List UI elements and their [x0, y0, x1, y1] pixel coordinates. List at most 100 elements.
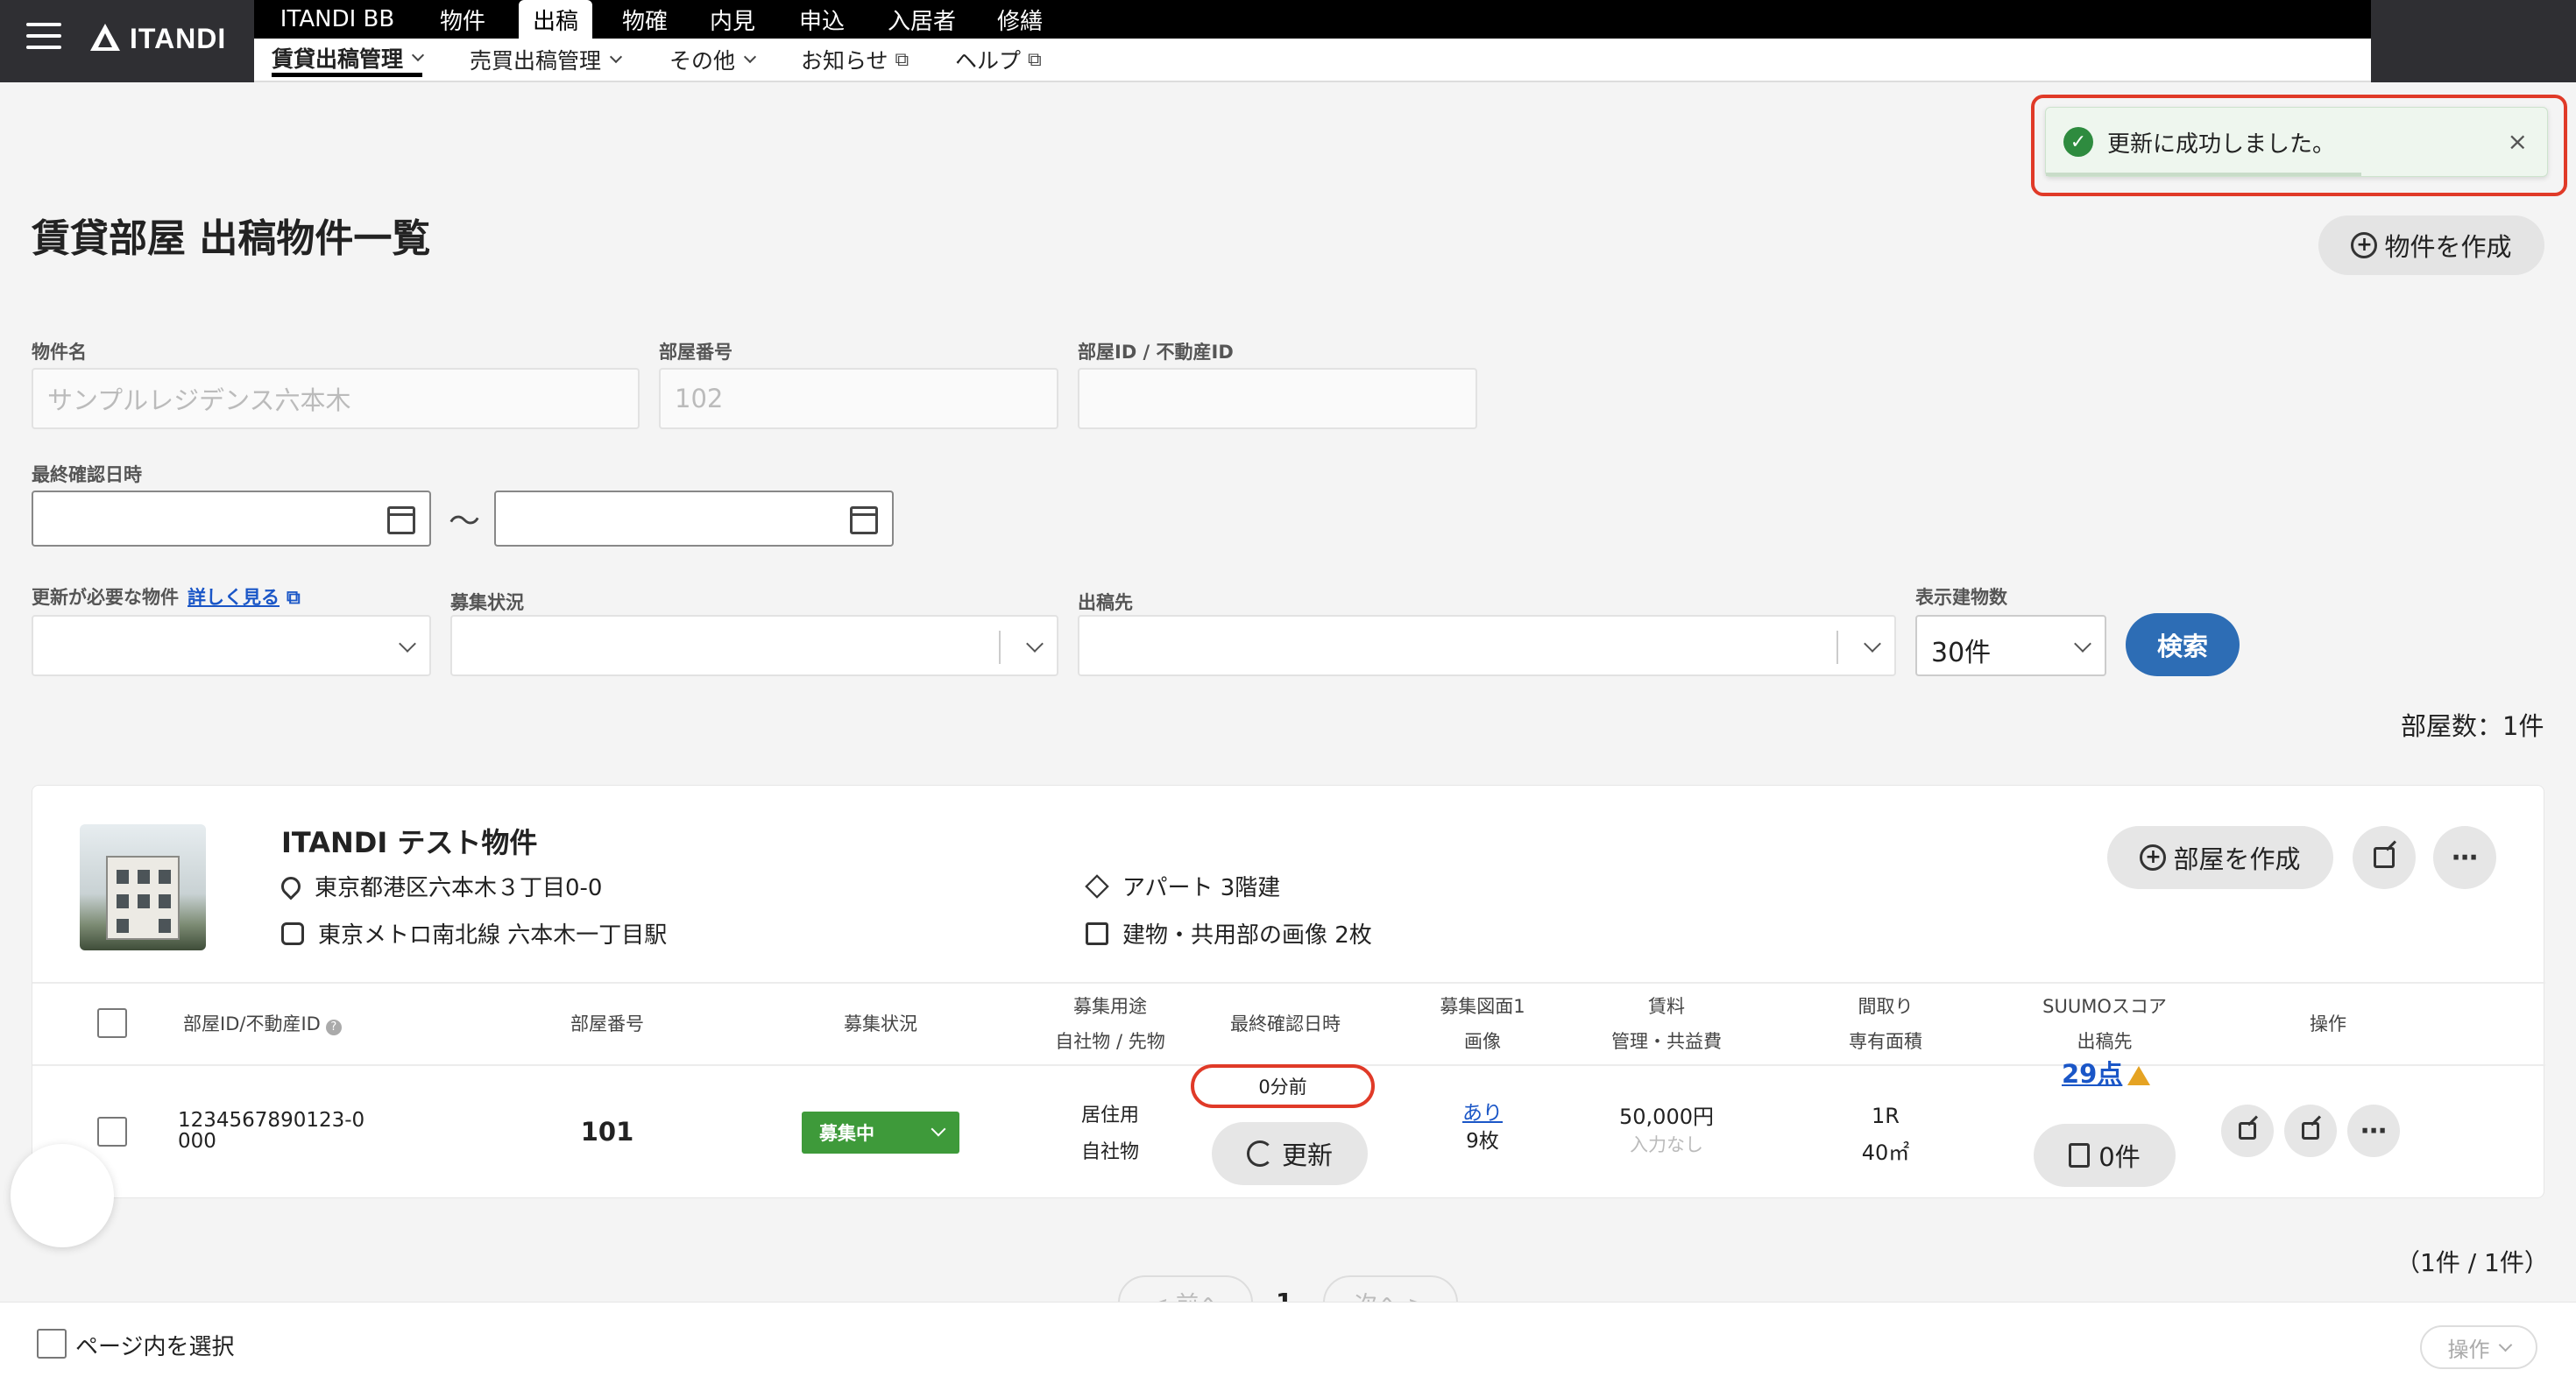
room-count: 部屋数：1件: [2401, 711, 2544, 741]
calendar-icon[interactable]: [850, 506, 878, 534]
tab-publish[interactable]: 出稿: [519, 0, 592, 39]
upload-icon: [2069, 1143, 2091, 1168]
subtab-help[interactable]: ヘルプ ⧉: [955, 42, 1042, 77]
select-page-label: ページ内を選択: [75, 1334, 235, 1360]
edit-icon: [2239, 1122, 2256, 1140]
header-room-id: 部屋ID/不動産ID?: [183, 1006, 342, 1041]
needs-update-label: 更新が必要な物件 詳しく見る ⧉: [32, 587, 301, 609]
header-layout: 間取り 専有面積: [1849, 996, 1922, 1052]
needs-update-select[interactable]: [32, 615, 431, 676]
recruit-status-select[interactable]: [450, 615, 1058, 676]
layout-cell: 1R 40㎡: [1861, 1104, 1910, 1165]
building-type: アパート 3階建: [1085, 870, 1280, 902]
chevron-down-icon: [931, 1121, 946, 1137]
floorplan-link[interactable]: あり: [1417, 1099, 1548, 1127]
more-icon: ⋯: [2452, 842, 2478, 873]
room-number-label: 部屋番号: [659, 342, 732, 363]
document-edit-icon: [2302, 1122, 2319, 1140]
property-thumbnail[interactable]: [80, 824, 206, 950]
location-pin-icon: [277, 872, 305, 900]
suumo-score-link[interactable]: 29点: [2062, 1059, 2122, 1089]
tab-confirm[interactable]: 物確: [610, 0, 680, 39]
tab-repair[interactable]: 修繕: [985, 0, 1055, 39]
train-icon: [281, 921, 304, 945]
detail-link[interactable]: 詳しく見る: [188, 587, 280, 608]
edit-room-button[interactable]: [2221, 1105, 2274, 1157]
edit-detail-button[interactable]: [2284, 1105, 2337, 1157]
success-toast: ✓ 更新に成功しました。 ×: [2045, 107, 2548, 177]
check-circle-icon: ✓: [2063, 127, 2093, 157]
display-count-label: 表示建物数: [1915, 587, 2007, 608]
row-checkbox[interactable]: [97, 1117, 127, 1147]
page-title: 賃貸部屋 出稿物件一覧: [32, 216, 431, 261]
external-link-icon: ⧉: [895, 48, 909, 71]
last-check-to-input[interactable]: [494, 491, 894, 547]
subtab-sale-publish[interactable]: 売買出稿管理: [470, 42, 623, 77]
header-room-number: 部屋番号: [570, 1013, 644, 1034]
status-select[interactable]: 募集中: [802, 1112, 959, 1154]
more-icon: ⋯: [2360, 1115, 2387, 1147]
room-id-cell: 1234567890123-0000: [178, 1109, 365, 1153]
create-room-button[interactable]: + 部屋を作成: [2107, 826, 2333, 889]
edit-property-button[interactable]: [2353, 826, 2416, 889]
room-number-input[interactable]: 102: [659, 368, 1058, 429]
last-check-from-input[interactable]: [32, 491, 431, 547]
search-button[interactable]: 検索: [2126, 613, 2240, 676]
header-suumo: SUUMOスコア 出稿先: [2042, 996, 2167, 1052]
pagination-summary: （1件 / 1件）: [2396, 1248, 2549, 1277]
toast-message: 更新に成功しました。: [2107, 131, 2336, 158]
subtab-other[interactable]: その他: [669, 42, 757, 77]
plus-circle-icon: +: [2351, 232, 2378, 258]
external-link-icon: ⧉: [1028, 48, 1042, 71]
bulk-action-button[interactable]: 操作: [2420, 1325, 2537, 1369]
itandi-logo-icon: [90, 24, 120, 51]
range-separator: 〜: [449, 504, 481, 540]
more-options-button[interactable]: ⋯: [2433, 826, 2496, 889]
select-page-checkbox[interactable]: [37, 1329, 67, 1359]
chevron-down-icon: [2074, 635, 2091, 653]
header-usage: 募集用途 自社物 / 先物: [1055, 996, 1165, 1052]
publish-target-button[interactable]: 0件: [2034, 1124, 2176, 1187]
select-divider: [999, 631, 1001, 664]
header-rent: 賃料 管理・共益費: [1611, 996, 1722, 1052]
last-check-ago: 0分前: [1191, 1064, 1375, 1108]
divider: [32, 982, 2545, 984]
tab-itandi-bb[interactable]: ITANDI BB: [272, 0, 403, 39]
refresh-icon: [1246, 1140, 1273, 1167]
tab-property[interactable]: 物件: [429, 0, 496, 39]
room-more-button[interactable]: ⋯: [2347, 1105, 2400, 1157]
layers-icon: [1085, 873, 1109, 899]
edit-icon: [2374, 847, 2395, 868]
subtab-news[interactable]: お知らせ ⧉: [801, 42, 909, 77]
menu-icon[interactable]: [26, 23, 61, 54]
close-icon[interactable]: ×: [2508, 127, 2528, 156]
last-check-label: 最終確認日時: [32, 464, 142, 485]
toast-progress: [2046, 173, 2361, 176]
plus-circle-icon: +: [2140, 844, 2167, 871]
subtab-rental-publish[interactable]: 賃貸出稿管理: [272, 42, 425, 77]
calendar-icon[interactable]: [387, 506, 415, 534]
info-icon[interactable]: ?: [325, 1020, 342, 1035]
floating-action-button[interactable]: [11, 1144, 114, 1247]
chevron-down-icon: [743, 50, 757, 64]
tab-application[interactable]: 申込: [787, 0, 857, 39]
header-last-check: 最終確認日時: [1230, 1013, 1341, 1034]
property-name-input[interactable]: サンプルレジデンス六本木: [32, 368, 640, 429]
tab-tenant[interactable]: 入居者: [878, 0, 966, 39]
external-link-icon: ⧉: [287, 587, 301, 609]
floorplan-cell: あり 9枚: [1417, 1099, 1548, 1155]
publish-target-select[interactable]: [1078, 615, 1896, 676]
display-count-select[interactable]: 30件: [1915, 615, 2106, 676]
itandi-logo[interactable]: ITANDI: [88, 19, 226, 58]
property-station: 東京メトロ南北線 六本木一丁目駅: [281, 917, 667, 950]
chevron-down-icon: [2498, 1338, 2512, 1352]
create-property-button[interactable]: + 物件を作成: [2318, 215, 2544, 275]
header-ops: 操作: [2310, 1013, 2346, 1034]
select-all-checkbox[interactable]: [97, 1008, 127, 1038]
tab-viewing[interactable]: 内見: [697, 0, 768, 39]
update-button[interactable]: 更新: [1212, 1122, 1368, 1185]
room-id-input[interactable]: [1078, 368, 1477, 429]
chevron-down-icon: [1026, 635, 1044, 653]
header-status: 募集状況: [844, 1013, 917, 1034]
chevron-down-icon: [399, 635, 416, 653]
